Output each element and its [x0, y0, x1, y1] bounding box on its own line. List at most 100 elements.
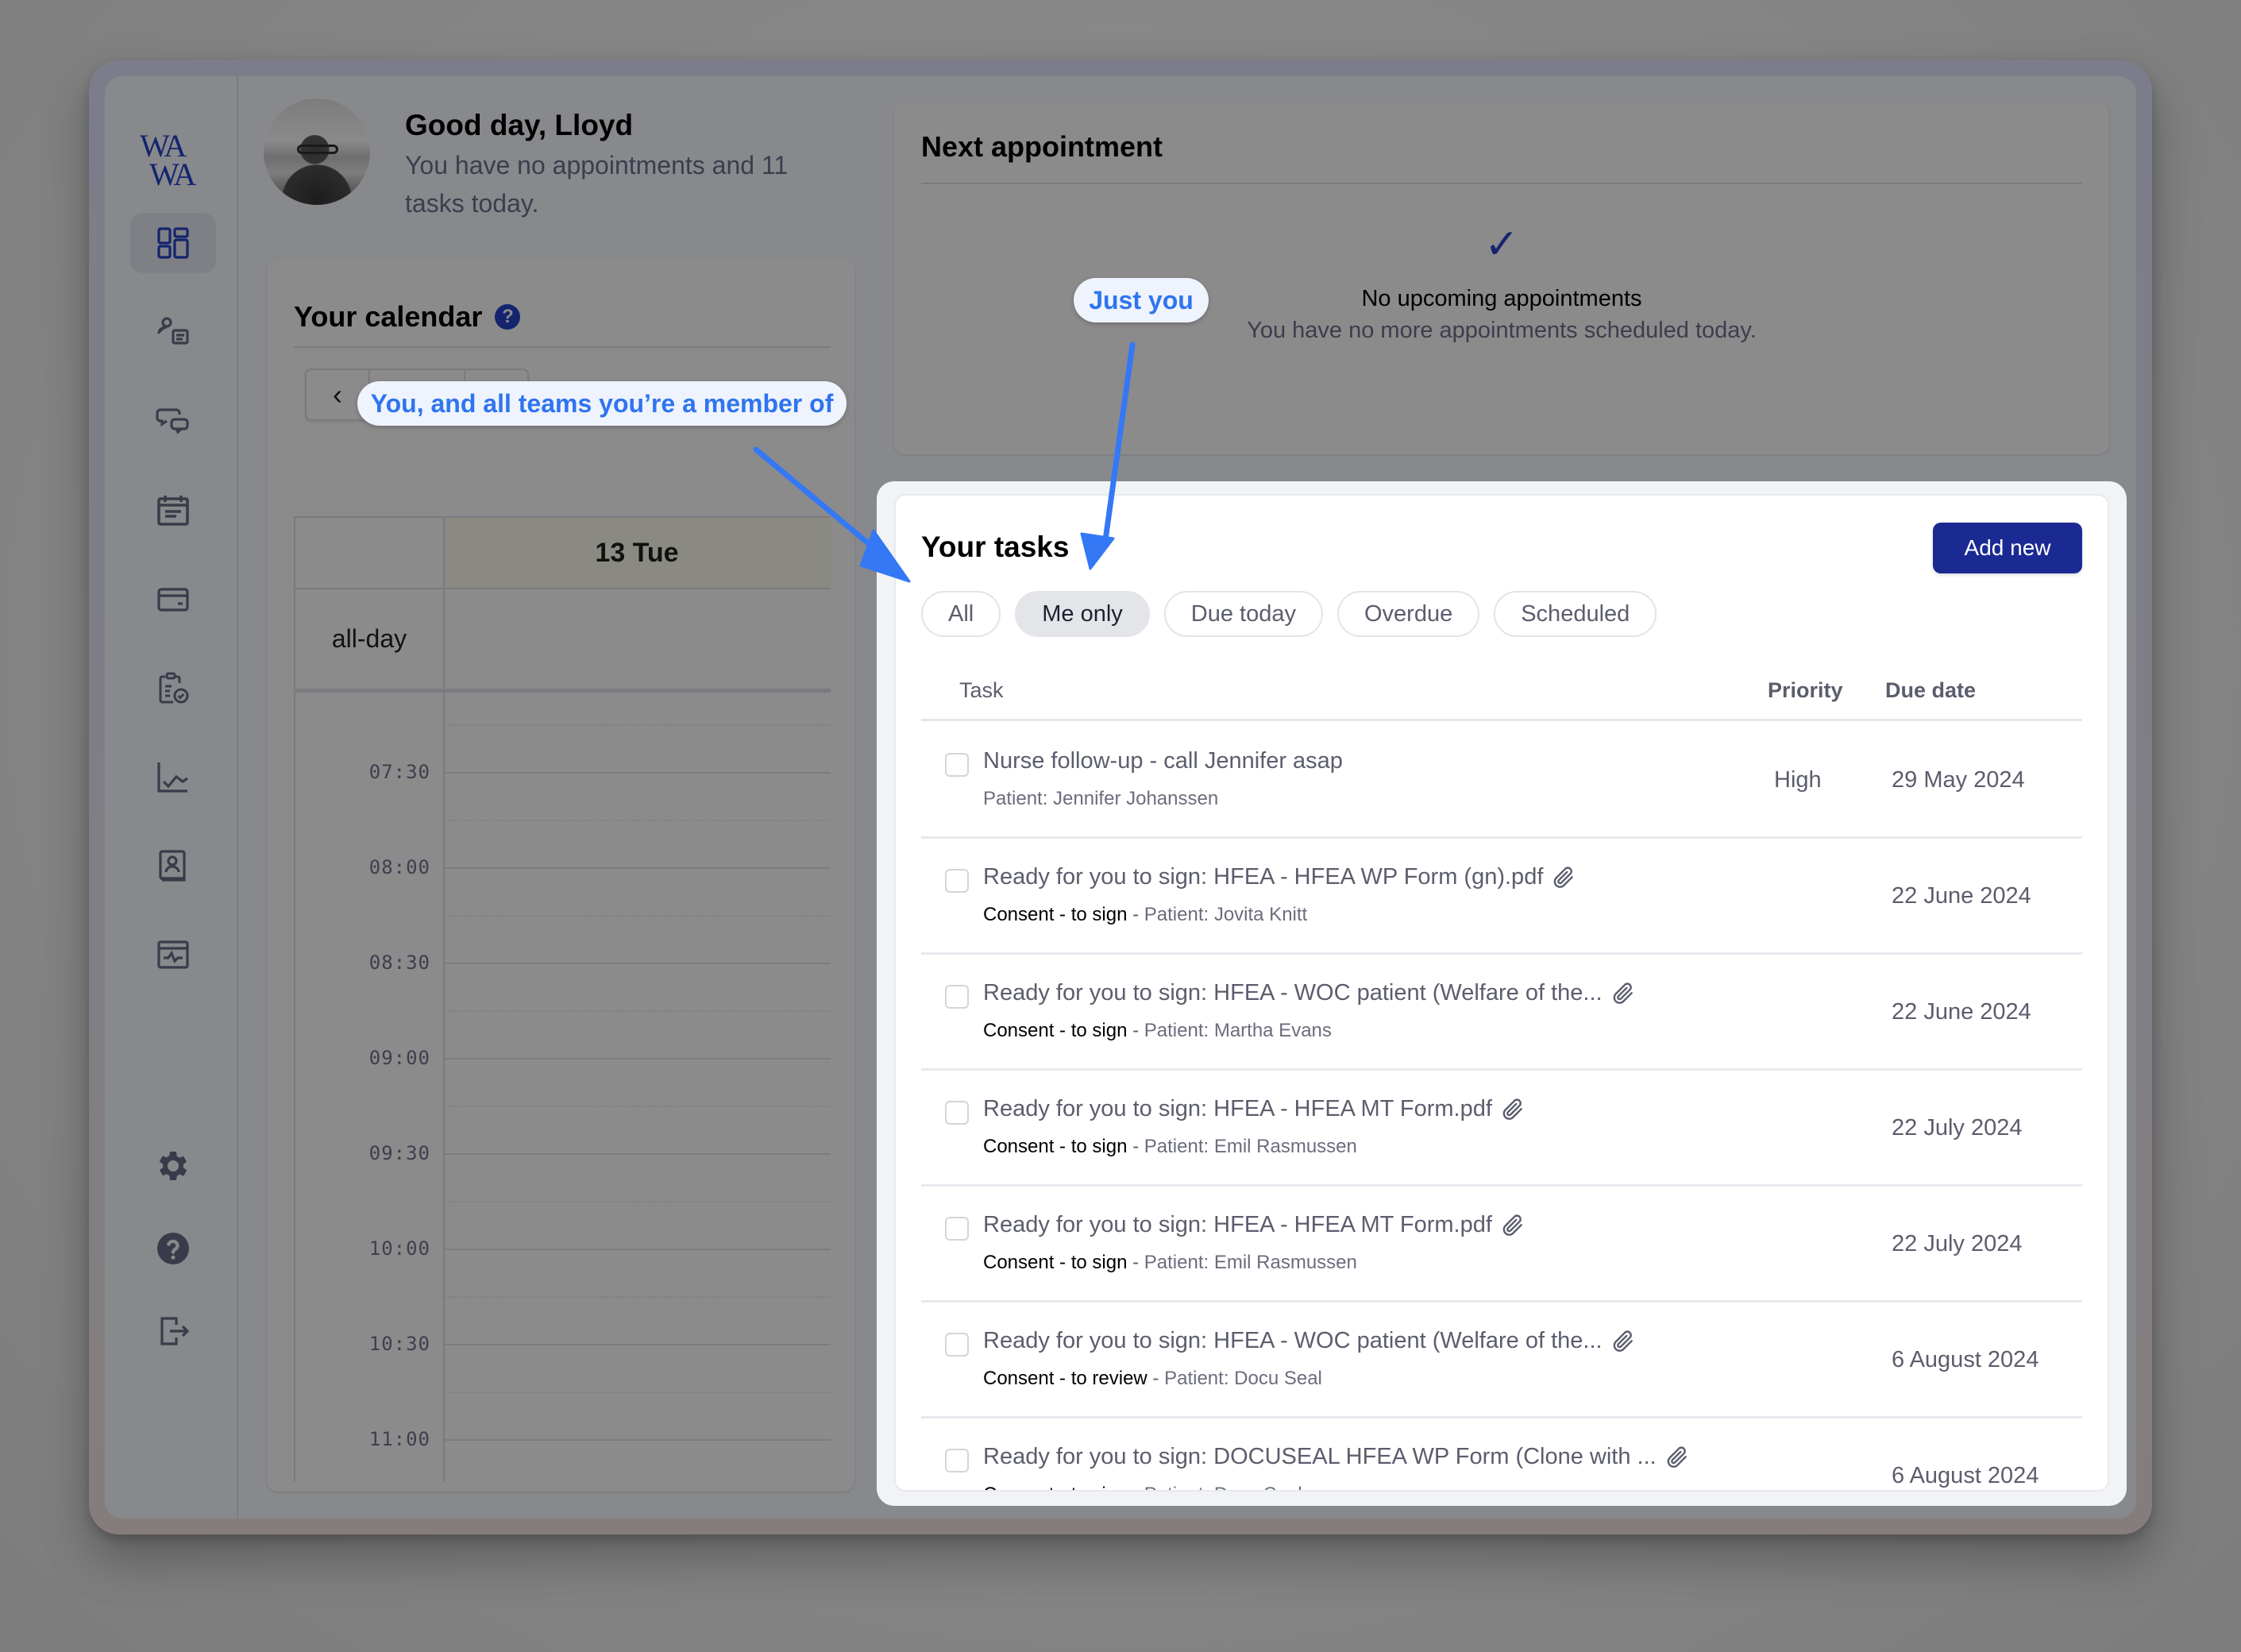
- task-patient[interactable]: Patient: Jennifer Johanssen: [983, 788, 1218, 809]
- task-checkbox[interactable]: [945, 985, 969, 1009]
- slot-line: [445, 963, 831, 964]
- slot-line-dotted: [445, 1391, 831, 1393]
- sidebar-item-reports[interactable]: [130, 747, 216, 807]
- paperclip-icon[interactable]: [1610, 981, 1636, 1006]
- sidebar-item-dashboard[interactable]: [130, 213, 216, 273]
- calendar-day-header[interactable]: 13 Tue: [443, 518, 831, 588]
- task-checkbox[interactable]: [945, 1333, 969, 1357]
- task-patient[interactable]: Patient: Emil Rasmussen: [1144, 1136, 1357, 1157]
- sidebar-item-monitoring[interactable]: [130, 924, 216, 985]
- task-title-wrap[interactable]: Ready for you to sign: HFEA - HFEA MT Fo…: [983, 1096, 1526, 1122]
- task-patient[interactable]: Patient: Jovita Knitt: [1144, 904, 1307, 925]
- task-due-date: 6 August 2024: [1892, 1463, 2039, 1488]
- time-slot[interactable]: 08:00: [295, 856, 831, 915]
- sidebar-item-tasks[interactable]: [130, 658, 216, 718]
- time-slot[interactable]: 07:30: [295, 761, 831, 820]
- time-label: 09:00: [368, 1047, 430, 1069]
- time-slot[interactable]: 11:00: [295, 1428, 831, 1482]
- time-slot[interactable]: 07:00: [295, 696, 831, 724]
- column-header-task[interactable]: Task: [959, 678, 1004, 703]
- time-slot[interactable]: 10:00: [295, 1237, 831, 1296]
- paperclip-icon[interactable]: [1551, 865, 1576, 890]
- paperclip-icon[interactable]: [1610, 1329, 1636, 1354]
- column-header-due-date[interactable]: Due date: [1885, 678, 1976, 703]
- task-type: Consent - to sign: [983, 904, 1128, 925]
- separator: -: [1127, 1020, 1144, 1041]
- time-slot[interactable]: 09:00: [295, 1047, 831, 1106]
- sidebar-item-billing[interactable]: [130, 569, 216, 629]
- task-title: Ready for you to sign: HFEA - WOC patien…: [983, 980, 1603, 1005]
- slot-line-dotted: [445, 915, 831, 917]
- slot-line: [445, 772, 831, 774]
- logout-icon: [160, 1317, 190, 1345]
- filter-chip-overdue[interactable]: Overdue: [1336, 591, 1480, 637]
- task-patient[interactable]: Patient: Docu Seal: [1164, 1368, 1322, 1389]
- time-label: 08:30: [368, 951, 430, 974]
- task-title-wrap[interactable]: Ready for you to sign: HFEA - WOC patien…: [983, 1328, 1636, 1354]
- chevron-left-icon: ‹: [333, 378, 342, 411]
- task-title-wrap[interactable]: Ready for you to sign: HFEA - HFEA MT Fo…: [983, 1212, 1526, 1238]
- task-type: Consent - to sign: [983, 1252, 1128, 1273]
- next-appointment-title: Next appointment: [921, 130, 1163, 163]
- teams-scope-callout: You, and all teams you’re a member of: [357, 381, 847, 426]
- user-avatar[interactable]: [264, 98, 370, 205]
- task-row[interactable]: Ready for you to sign: HFEA - WOC patien…: [921, 955, 2082, 1071]
- time-slot[interactable]: 09:30: [295, 1142, 831, 1201]
- task-title-wrap[interactable]: Nurse follow-up - call Jennifer asap: [983, 748, 1343, 774]
- filter-chip-me-only[interactable]: Me only: [1015, 591, 1150, 637]
- sidebar-item-messages[interactable]: [130, 391, 216, 451]
- task-title: Nurse follow-up - call Jennifer asap: [983, 748, 1343, 774]
- app-logo[interactable]: WA WA: [140, 130, 211, 191]
- task-patient[interactable]: Patient: Martha Evans: [1144, 1020, 1332, 1041]
- slot-line: [445, 1439, 831, 1441]
- task-due-date: 6 August 2024: [1892, 1347, 2039, 1372]
- task-row[interactable]: Ready for you to sign: DOCUSEAL HFEA WP …: [921, 1418, 2082, 1490]
- column-header-priority[interactable]: Priority: [1768, 678, 1843, 703]
- calendar-time-slots[interactable]: 07:00 07:30 08:00 08:30 09:00 09:30 10:00 10:30…: [295, 696, 831, 1482]
- time-label: 11:00: [368, 1428, 430, 1450]
- sidebar-item-contacts[interactable]: [130, 836, 216, 896]
- task-checkbox[interactable]: [945, 1449, 969, 1473]
- slot-line: [445, 867, 831, 869]
- task-title-wrap[interactable]: Ready for you to sign: HFEA - WOC patien…: [983, 980, 1636, 1006]
- slot-line: [445, 1153, 831, 1155]
- task-row[interactable]: Ready for you to sign: HFEA - HFEA WP Fo…: [921, 839, 2082, 955]
- sidebar-item-help[interactable]: [130, 1218, 216, 1279]
- sidebar-item-settings[interactable]: [130, 1136, 216, 1196]
- slot-line-dotted: [445, 1201, 831, 1202]
- task-title: Ready for you to sign: HFEA - HFEA MT Fo…: [983, 1212, 1492, 1237]
- task-row[interactable]: Ready for you to sign: HFEA - WOC patien…: [921, 1303, 2082, 1418]
- help-icon[interactable]: ?: [495, 304, 521, 330]
- tasks-table-body: Nurse follow-up - call Jennifer asap Pati…: [921, 723, 2082, 1490]
- sidebar-item-patients[interactable]: [130, 302, 216, 362]
- divider: [294, 346, 831, 348]
- task-row[interactable]: Ready for you to sign: HFEA - HFEA MT Fo…: [921, 1071, 2082, 1187]
- sidebar-item-logout[interactable]: [130, 1301, 216, 1361]
- calendar-allday-row[interactable]: all-day: [295, 589, 831, 693]
- chat-bubbles-icon: [156, 408, 189, 434]
- help-icon: [157, 1233, 189, 1264]
- task-checkbox[interactable]: [945, 1217, 969, 1241]
- time-slot[interactable]: 10:30: [295, 1333, 831, 1391]
- task-checkbox[interactable]: [945, 1101, 969, 1125]
- task-row[interactable]: Nurse follow-up - call Jennifer asap Pati…: [921, 723, 2082, 839]
- task-checkbox[interactable]: [945, 869, 969, 893]
- separator: -: [1127, 904, 1144, 925]
- task-title-wrap[interactable]: Ready for you to sign: HFEA - HFEA WP Fo…: [983, 864, 1576, 890]
- task-patient[interactable]: Patient: Emil Rasmussen: [1144, 1252, 1357, 1273]
- time-slot[interactable]: 08:30: [295, 951, 831, 1010]
- task-checkbox[interactable]: [945, 753, 969, 777]
- task-patient[interactable]: Patient: Docu Seal: [1144, 1484, 1302, 1490]
- task-title-wrap[interactable]: Ready for you to sign: DOCUSEAL HFEA WP …: [983, 1444, 1690, 1470]
- filter-chip-all[interactable]: All: [921, 591, 1001, 637]
- filter-chip-due-today[interactable]: Due today: [1163, 591, 1323, 637]
- filter-chip-scheduled[interactable]: Scheduled: [1494, 591, 1657, 637]
- add-new-task-button[interactable]: Add new: [1933, 523, 2082, 573]
- task-due-date: 22 July 2024: [1892, 1115, 2023, 1141]
- paperclip-icon[interactable]: [1500, 1097, 1526, 1122]
- task-row[interactable]: Ready for you to sign: HFEA - HFEA MT Fo…: [921, 1187, 2082, 1303]
- paperclip-icon[interactable]: [1664, 1445, 1690, 1470]
- paperclip-icon[interactable]: [1500, 1213, 1526, 1238]
- sidebar-item-calendar[interactable]: [130, 480, 216, 540]
- task-priority: High: [1774, 767, 1822, 793]
